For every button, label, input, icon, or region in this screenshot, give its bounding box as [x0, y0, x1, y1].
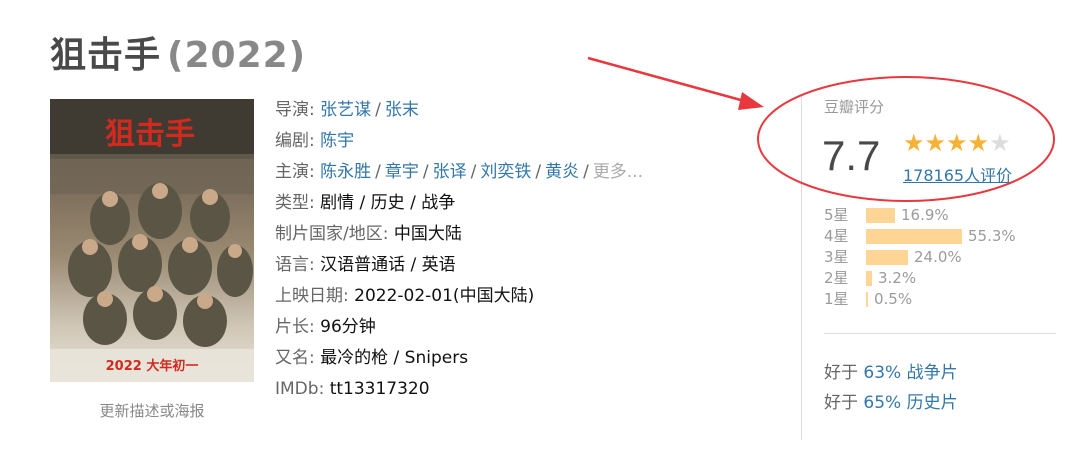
rating-dist-label: 3星: [824, 248, 849, 266]
cast-link[interactable]: 黄炎: [545, 162, 579, 182]
runtime-row: 片长: 96分钟: [275, 312, 643, 343]
director-row: 导演: 张艺谋 / 张末: [275, 100, 419, 120]
better-than-genre-link[interactable]: 战争片: [907, 363, 958, 383]
rating-dist-percent: 16.9%: [901, 206, 949, 224]
writer-link[interactable]: 陈宇: [320, 131, 354, 151]
rating-dist-label: 1星: [824, 290, 849, 308]
page-title: 狙击手 (2022): [50, 26, 306, 78]
annotation-arrow-head: [738, 92, 764, 110]
language-row: 语言: 汉语普通话 / 英语: [275, 250, 643, 281]
imdb-row: IMDb: tt13317320: [275, 374, 643, 405]
release-row: 上映日期: 2022-02-01(中国大陆): [275, 281, 643, 312]
rating-dist-label: 5星: [824, 206, 849, 224]
release-value: 2022-02-01(中国大陆): [354, 286, 535, 306]
better-than-prefix: 好于: [824, 393, 858, 413]
rating-dist-bar: [866, 250, 908, 265]
writer-row: 编剧: 陈宇: [275, 126, 643, 157]
star-empty-icon: ★: [989, 129, 1011, 157]
director-link[interactable]: 张末: [385, 100, 419, 120]
imdb-value: tt13317320: [329, 379, 430, 399]
star-icon: ★: [903, 129, 925, 157]
better-than-prefix: 好于: [824, 363, 858, 383]
rating-dist-row: 4星 55.3%: [824, 226, 1016, 247]
cast-more-link[interactable]: 更多...: [593, 162, 643, 182]
better-than-pct-link[interactable]: 63%: [863, 363, 901, 383]
aka-label: 又名:: [275, 348, 315, 368]
rating-votes-link[interactable]: 178165人评价: [903, 162, 1012, 186]
rating-distribution: 5星 16.9% 4星 55.3% 3星 24.0% 2星 3.2% 1星 0.5%: [824, 205, 1016, 310]
aka-value: 最冷的枪 / Snipers: [320, 348, 469, 368]
country-label: 制片国家/地区:: [275, 224, 389, 244]
vertical-divider: [801, 95, 802, 440]
rating-dist-percent: 55.3%: [968, 227, 1016, 245]
language-value: 汉语普通话 / 英语: [320, 255, 456, 275]
poster-caption-title: 狙击手: [105, 117, 195, 152]
horizontal-divider: [824, 333, 1056, 334]
cast-label: 主演:: [275, 162, 315, 182]
aka-row: 又名: 最冷的枪 / Snipers: [275, 343, 643, 374]
rating-stars: ★★★★★: [903, 130, 1011, 156]
director-label: 导演:: [275, 100, 315, 120]
writer-label: 编剧:: [275, 131, 315, 151]
rating-dist-bar: [866, 292, 868, 307]
rating-dist-row: 5星 16.9%: [824, 205, 949, 226]
rating-dist-row: 3星 24.0%: [824, 247, 962, 268]
movie-year: (2022): [167, 35, 307, 76]
movie-info: 导演: 张艺谋 / 张末 编剧: 陈宇 主演: 陈永胜 / 章宇 / 张译 / 刘奕铁 / 黄炎 / 更…: [275, 95, 643, 405]
rating-dist-row: 2星 3.2%: [824, 268, 916, 289]
cast-link[interactable]: 刘奕铁: [480, 162, 531, 182]
rating-dist-percent: 3.2%: [878, 269, 917, 287]
rating-dist-percent: 24.0%: [914, 248, 962, 266]
rating-dist-bar: [866, 208, 895, 223]
runtime-label: 片长:: [275, 317, 315, 337]
country-row: 制片国家/地区: 中国大陆: [275, 219, 643, 250]
imdb-label: IMDb:: [275, 379, 325, 399]
rating-dist-bar: [866, 271, 872, 286]
poster-art: 狙击手 2022 大年初一: [50, 99, 254, 382]
runtime-value: 96分钟: [320, 317, 376, 337]
better-than-pct-link[interactable]: 65%: [863, 393, 901, 413]
cast-link[interactable]: 章宇: [385, 162, 419, 182]
director-link[interactable]: 张艺谋: [320, 100, 371, 120]
better-than-item: 好于 65% 历史片: [824, 388, 958, 418]
rating-dist-bar: [866, 229, 962, 244]
release-label: 上映日期:: [275, 286, 349, 306]
rating-dist-label: 4星: [824, 227, 849, 245]
rating-score: 7.7: [822, 132, 881, 179]
star-icon: ★: [946, 129, 968, 157]
rating-dist-label: 2星: [824, 269, 849, 287]
cast-link[interactable]: 陈永胜: [320, 162, 371, 182]
better-than-item: 好于 63% 战争片: [824, 358, 958, 388]
star-icon: ★: [924, 129, 947, 157]
better-than-genre-link[interactable]: 历史片: [907, 393, 958, 413]
star-icon: ★: [967, 129, 990, 157]
genre-label: 类型:: [275, 193, 315, 213]
rating-dist-percent: 0.5%: [874, 290, 913, 308]
rating-dist-row: 1星 0.5%: [824, 289, 912, 310]
cast-row: 主演: 陈永胜 / 章宇 / 张译 / 刘奕铁 / 黄炎 / 更多...: [275, 162, 644, 182]
movie-poster[interactable]: 狙击手 2022 大年初一: [50, 99, 254, 382]
update-poster-link[interactable]: 更新描述或海报: [50, 400, 254, 421]
better-than-list: 好于 63% 战争片 好于 65% 历史片: [824, 358, 958, 418]
rating-header: 豆瓣评分: [824, 98, 885, 116]
genre-value: 剧情 / 历史 / 战争: [320, 193, 456, 213]
cast-link[interactable]: 张译: [433, 162, 467, 182]
movie-title: 狙击手: [50, 35, 162, 76]
language-label: 语言:: [275, 255, 315, 275]
poster-bottom-text: 2022 大年初一: [106, 358, 199, 374]
country-value: 中国大陆: [393, 224, 462, 244]
genre-row: 类型: 剧情 / 历史 / 战争: [275, 188, 643, 219]
